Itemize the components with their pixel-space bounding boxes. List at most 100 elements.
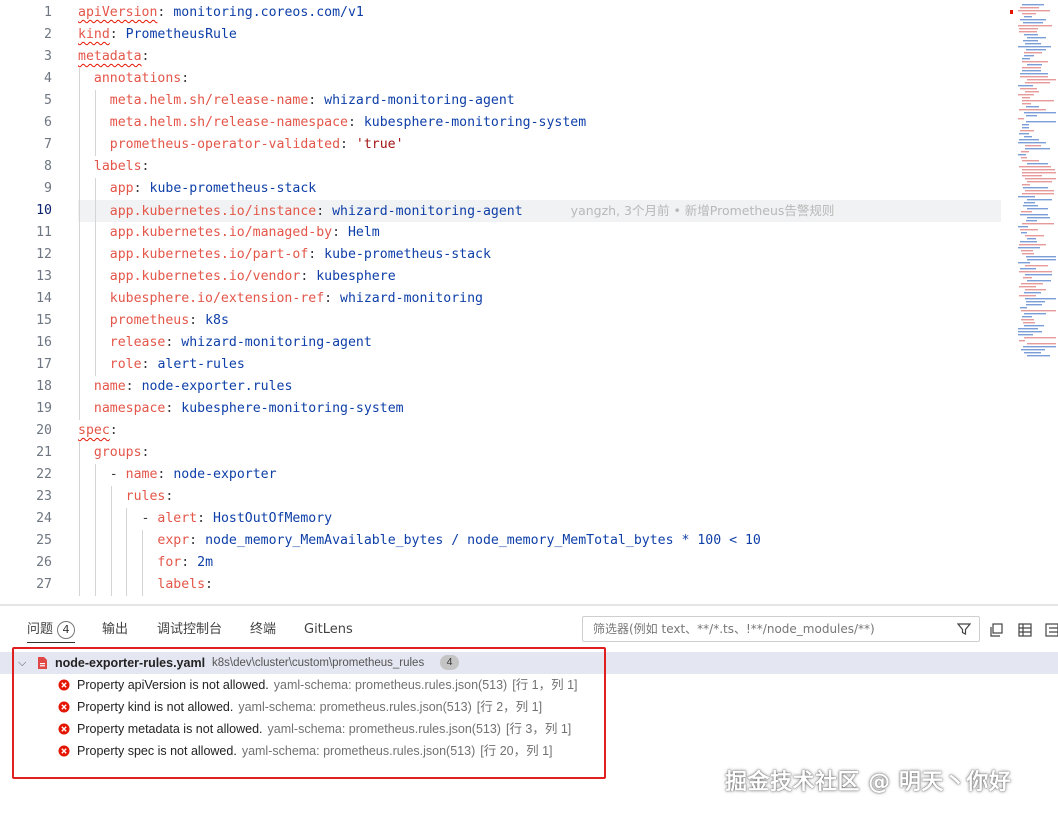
problem-message: Property spec is not allowed.: [77, 744, 237, 758]
minimap-line: [1018, 154, 1026, 156]
minimap-line: [1027, 208, 1048, 210]
code-editor[interactable]: 1 apiVersion: monitoring.coreos.com/v1 2 ki…: [0, 0, 1058, 604]
yaml-colon: :: [141, 49, 150, 64]
indent-guide: [94, 178, 96, 376]
code-line[interactable]: 12 app.kubernetes.io/part-of: kube-prome…: [0, 244, 1010, 266]
code-line[interactable]: 17 role: alert-rules: [0, 354, 1010, 376]
yaml-key: rules: [125, 489, 166, 504]
minimap-line: [1020, 76, 1048, 78]
problem-location: [行 3，列 1]: [505, 722, 572, 736]
indent-guide: [79, 442, 80, 596]
minimap-line: [1022, 70, 1041, 72]
line-number: 22: [36, 467, 52, 482]
minimap-line: [1022, 4, 1044, 6]
code-line[interactable]: 15 prometheus: k8s: [0, 310, 1010, 332]
problem-item[interactable]: Property apiVersion is not allowed. yaml-…: [0, 674, 1058, 696]
tab-1[interactable]: 问题 4: [27, 618, 76, 643]
filter-icon[interactable]: [957, 622, 971, 636]
minimap[interactable]: [1010, 0, 1058, 360]
line-number: 9: [44, 181, 52, 196]
yaml-key: app.kubernetes.io/vendor: [109, 269, 301, 284]
problem-location: [行 2，列 1]: [476, 700, 543, 714]
yaml-key: prometheus-operator-validated: [109, 137, 341, 152]
minimap-line: [1026, 256, 1056, 258]
minimap-line: [1027, 217, 1050, 219]
minimap-line: [1021, 157, 1027, 159]
code-text: app: kube-prometheus-stack: [78, 178, 316, 200]
code-line[interactable]: 2 kind: PrometheusRule: [0, 24, 1010, 46]
problem-item[interactable]: Property kind is not allowed. yaml-schema…: [0, 696, 1058, 718]
code-line[interactable]: 4 annotations:: [0, 68, 1010, 90]
minimap-line: [1023, 277, 1032, 279]
minimap-line: [1027, 64, 1042, 66]
yaml-value: whizard-monitoring-agent: [324, 93, 515, 108]
tab-3[interactable]: 调试控制台: [157, 618, 222, 642]
yaml-value: whizard-monitoring: [340, 291, 483, 306]
chevron-down-icon[interactable]: ⌵: [18, 652, 26, 674]
minimap-line: [1023, 322, 1035, 324]
tab-4[interactable]: 终端: [250, 618, 276, 642]
code-line[interactable]: 9 app: kube-prometheus-stack: [0, 178, 1010, 200]
code-line[interactable]: 18 name: node-exporter.rules: [0, 376, 1010, 398]
tab-5[interactable]: GitLens: [304, 618, 353, 642]
yaml-value: 2m: [197, 555, 214, 570]
yaml-value: kubesphere-monitoring-system: [363, 115, 587, 130]
minimap-line: [1027, 238, 1036, 240]
code-line[interactable]: 24 - alert: HostOutOfMemory: [0, 508, 1010, 530]
code-line[interactable]: 14 kubesphere.io/extension-ref: whizard-…: [0, 288, 1010, 310]
code-line[interactable]: 22 - name: node-exporter: [0, 464, 1010, 486]
code-line[interactable]: 11 app.kubernetes.io/managed-by: Helm: [0, 222, 1010, 244]
minimap-line: [1026, 304, 1042, 306]
code-line[interactable]: 6 meta.helm.sh/release-namespace: kubesp…: [0, 112, 1010, 134]
minimap-line: [1021, 319, 1034, 321]
code-line[interactable]: 27 labels:: [0, 574, 1010, 596]
yaml-key: app.kubernetes.io/part-of: [109, 247, 309, 262]
code-line[interactable]: 16 release: whizard-monitoring-agent: [0, 332, 1010, 354]
problem-item[interactable]: Property metadata is not allowed. yaml-sc…: [0, 718, 1058, 740]
problem-item[interactable]: Property spec is not allowed. yaml-schema…: [0, 740, 1058, 762]
code-line[interactable]: 23 rules:: [0, 486, 1010, 508]
table-view-icon[interactable]: [1017, 622, 1033, 638]
code-line[interactable]: 19 namespace: kubesphere-monitoring-syst…: [0, 398, 1010, 420]
minimap-line: [1026, 220, 1037, 222]
problem-text: Property apiVersion is not allowed. yaml-…: [77, 674, 578, 696]
code-line[interactable]: 8 labels:: [0, 156, 1010, 178]
minimap-line: [1022, 169, 1055, 171]
error-icon: [58, 745, 70, 757]
code-text: groups:: [78, 442, 150, 464]
minimap-line: [1025, 91, 1039, 93]
minimap-line: [1025, 298, 1056, 300]
minimap-line: [1020, 19, 1046, 21]
line-number: 1: [44, 5, 52, 20]
minimap-line: [1019, 133, 1029, 135]
yaml-colon: :: [347, 115, 356, 130]
minimap-line: [1022, 97, 1030, 99]
problem-text: Property metadata is not allowed. yaml-sc…: [77, 718, 571, 740]
code-line[interactable]: 1 apiVersion: monitoring.coreos.com/v1: [0, 2, 1010, 24]
problem-message: Property kind is not allowed.: [77, 700, 234, 714]
yaml-key: kind: [78, 27, 110, 42]
yaml-colon: :: [324, 291, 333, 306]
git-blame-annotation: yangzh, 3个月前 • 新增Prometheus告警规则: [570, 203, 835, 218]
problem-file-row[interactable]: ⌵ node-exporter-rules.yaml k8s\dev\clust…: [0, 652, 1058, 674]
code-line[interactable]: 10 app.kubernetes.io/instance: whizard-m…: [36, 200, 1001, 222]
code-line[interactable]: 3 metadata:: [0, 46, 1010, 68]
code-line[interactable]: 25 expr: node_memory_MemAvailable_bytes …: [0, 530, 1010, 552]
yaml-colon: :: [109, 27, 118, 42]
code-line[interactable]: 20 spec:: [0, 420, 1010, 442]
code-line[interactable]: 21 groups:: [0, 442, 1010, 464]
yaml-value: whizard-monitoring-agent: [332, 204, 523, 219]
error-icon: [58, 723, 70, 735]
code-line[interactable]: 5 meta.helm.sh/release-name: whizard-mon…: [0, 90, 1010, 112]
code-line[interactable]: 7 prometheus-operator-validated: 'true': [0, 134, 1010, 156]
problems-filter-input[interactable]: 筛选器(例如 text、**/*.ts、!**/node_modules/**): [582, 616, 980, 642]
code-line[interactable]: 26 for: 2m: [0, 552, 1010, 574]
problem-source: yaml-schema: prometheus.rules.json(513): [238, 700, 472, 714]
tab-2[interactable]: 输出: [102, 618, 128, 642]
problem-source: yaml-schema: prometheus.rules.json(513): [267, 722, 501, 736]
collapse-all-icon[interactable]: [989, 622, 1005, 638]
minimap-line: [1027, 355, 1050, 357]
more-actions-icon[interactable]: [1044, 622, 1058, 638]
minimap-line: [1023, 346, 1056, 348]
code-line[interactable]: 13 app.kubernetes.io/vendor: kubesphere: [0, 266, 1010, 288]
